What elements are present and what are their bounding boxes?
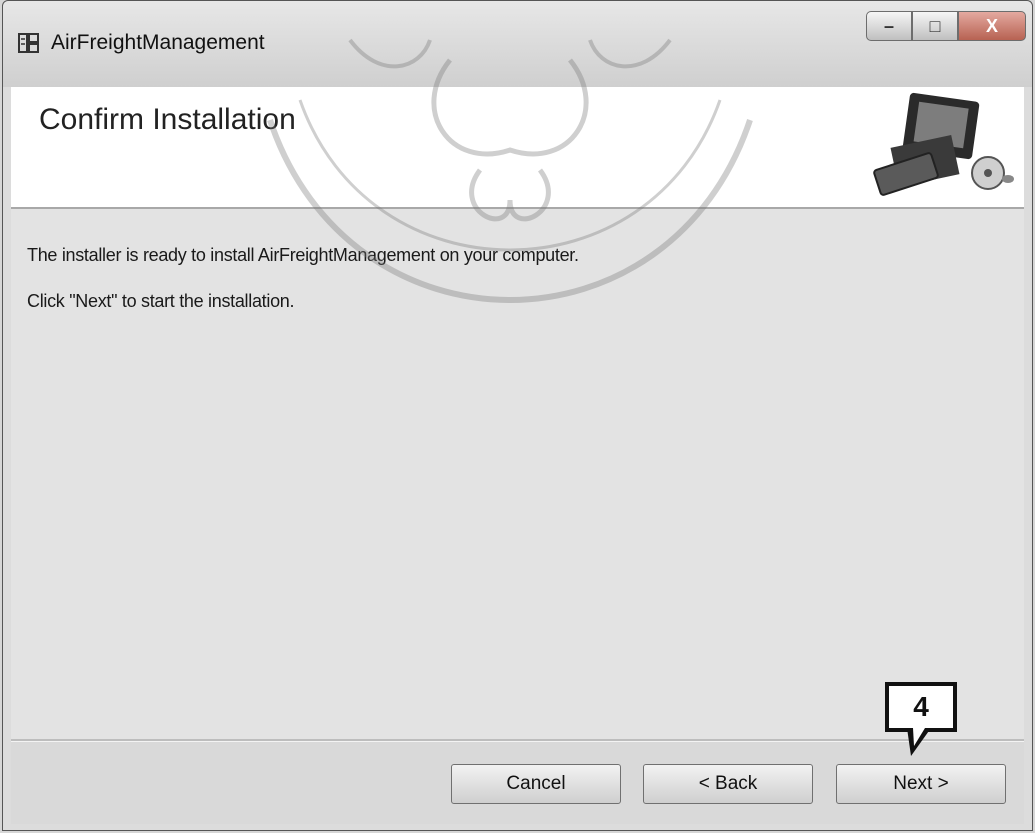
instruction-message: Click "Next" to start the installation.: [27, 291, 295, 311]
close-button[interactable]: X: [958, 11, 1026, 41]
next-button[interactable]: Next >: [836, 764, 1006, 804]
window-controls: – □ X: [866, 11, 1026, 45]
maximize-icon: □: [929, 15, 941, 36]
computer-icon: [866, 91, 1016, 201]
installer-app-icon: [17, 31, 41, 55]
button-bar: Cancel < Back Next >: [11, 742, 1024, 824]
minimize-button[interactable]: –: [866, 11, 912, 41]
header-banner: Confirm Installation: [11, 87, 1024, 209]
cancel-button[interactable]: Cancel: [451, 764, 621, 804]
window-title: AirFreightManagement: [51, 31, 265, 54]
page-title: Confirm Installation: [39, 103, 296, 136]
installer-window: AirFreightManagement – □ X Confirm Insta…: [2, 0, 1033, 831]
close-icon: X: [985, 15, 998, 36]
ready-message: The installer is ready to install AirFre…: [27, 245, 579, 265]
step-callout: 4: [885, 682, 957, 732]
content-area: The installer is ready to install AirFre…: [11, 209, 1024, 739]
title-bar[interactable]: AirFreightManagement – □ X: [3, 1, 1032, 87]
callout-pointer: [907, 728, 931, 756]
minimize-icon: –: [883, 15, 894, 36]
maximize-button[interactable]: □: [912, 11, 958, 41]
back-button[interactable]: < Back: [643, 764, 813, 804]
